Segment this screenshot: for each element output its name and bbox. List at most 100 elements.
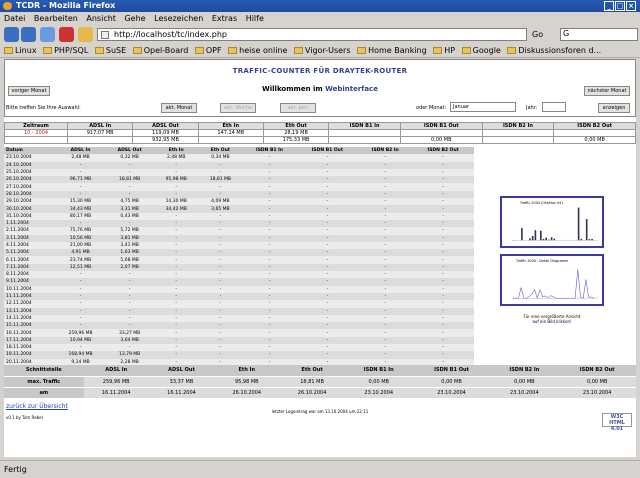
table-cell: - — [297, 278, 359, 285]
table-cell: - — [56, 169, 105, 176]
table-cell: 0,43 MB — [105, 213, 154, 220]
table-cell: - — [198, 315, 242, 322]
navigation-toolbar: http://localhost/tc/index.php Go G — [0, 25, 640, 44]
table-cell: - — [242, 344, 296, 351]
menu-extras[interactable]: Extras — [212, 14, 237, 23]
max-header-cell: ISDN B1 Out — [413, 365, 491, 376]
menu-bearbeiten[interactable]: Bearbeiten — [34, 14, 78, 23]
back-icon[interactable] — [4, 27, 19, 42]
table-cell: - — [242, 205, 296, 212]
year-input[interactable] — [542, 102, 566, 112]
bookmark-item[interactable]: Opel-Board — [133, 44, 189, 58]
forward-icon[interactable] — [21, 27, 36, 42]
bookmark-item[interactable]: HP — [433, 44, 455, 58]
url-input[interactable]: http://localhost/tc/index.php — [97, 28, 527, 41]
menu-datei[interactable]: Datei — [4, 14, 25, 23]
table-cell: - — [297, 227, 359, 234]
close-button[interactable]: × — [626, 1, 636, 11]
table-row: 24.10.2004-------- — [4, 162, 474, 169]
table-row: 17.11.200410,94 MB3,64 MB------ — [4, 337, 474, 344]
home-icon[interactable] — [78, 27, 93, 42]
table-cell: - — [358, 235, 412, 242]
search-input[interactable]: G — [560, 28, 638, 41]
max-header-cell: Eth In — [214, 365, 279, 376]
bookmark-item[interactable]: PHP/SQL — [43, 44, 88, 58]
max-cell: 23.10.2004 — [413, 387, 491, 398]
prev-month-button[interactable]: voriger Monat — [8, 86, 50, 96]
table-cell: - — [242, 154, 296, 161]
table-cell: 15,30 MB — [56, 198, 105, 205]
table-cell: - — [358, 183, 412, 190]
table-cell: 12,51 MB — [56, 264, 105, 271]
max-header-row: SchnittstelleADSL InADSL OutEth InEth Ou… — [4, 365, 636, 376]
table-cell: - — [105, 315, 154, 322]
current-month-button[interactable]: akt. Monat — [161, 103, 197, 113]
table-cell: 29.10.2004 — [4, 198, 56, 205]
table-cell: - — [242, 183, 296, 190]
current-week-button[interactable]: akt. Woche — [220, 103, 256, 113]
table-cell: - — [154, 271, 198, 278]
table-cell: - — [358, 205, 412, 212]
table-cell: - — [154, 278, 198, 285]
bookmark-item[interactable]: OPF — [195, 44, 222, 58]
next-month-button[interactable]: nächster Monat — [584, 86, 630, 96]
table-cell: 4.11.2004 — [4, 242, 56, 249]
stop-icon[interactable] — [59, 27, 74, 42]
table-cell: - — [154, 337, 198, 344]
table-cell: - — [297, 205, 359, 212]
table-cell: 18.11.2004 — [4, 344, 56, 351]
table-cell: - — [154, 308, 198, 315]
go-button[interactable]: Go — [532, 28, 543, 41]
table-cell: 80,17 MB — [56, 213, 105, 220]
table-cell: - — [105, 191, 154, 198]
table-cell: - — [56, 183, 105, 190]
summary-cell: 28,19 MB — [263, 130, 328, 137]
max-cell: 26.10.2004 — [279, 387, 344, 398]
bookmark-item[interactable]: Diskussionsforen d... — [507, 44, 601, 58]
show-button[interactable]: anzeigen — [598, 103, 630, 113]
bookmark-item[interactable]: Home Banking — [357, 44, 427, 58]
table-cell: 0,34 MB — [198, 154, 242, 161]
table-cell: - — [198, 220, 242, 227]
page-icon — [101, 31, 109, 39]
month-select[interactable]: Januar — [450, 102, 516, 112]
table-cell: - — [56, 322, 105, 329]
current-year-button[interactable]: akt. Jahr — [280, 103, 316, 113]
menu-lesezeichen[interactable]: Lesezeichen — [154, 14, 203, 23]
reload-icon[interactable] — [40, 27, 55, 42]
table-cell: - — [198, 337, 242, 344]
summary-header-cell: ISDN B1 In — [329, 123, 401, 130]
max-cell: 0,00 MB — [413, 376, 491, 387]
bookmark-item[interactable]: Linux — [4, 44, 37, 58]
table-row: 14.11.2004-------- — [4, 315, 474, 322]
traffic-graph-bars[interactable]: Traffic 2004 (Okt/Nov 04) — [500, 196, 604, 248]
table-cell: - — [56, 162, 105, 169]
graph-bar — [545, 238, 547, 241]
max-cell: 0,00 MB — [345, 376, 413, 387]
table-cell: - — [358, 315, 412, 322]
table-cell: 4,91 MB — [56, 249, 105, 256]
summary-header-cell: Eth Out — [263, 123, 328, 130]
table-cell: - — [358, 286, 412, 293]
table-cell: - — [412, 300, 474, 307]
menu-ansicht[interactable]: Ansicht — [86, 14, 116, 23]
menu-hilfe[interactable]: Hilfe — [246, 14, 264, 23]
minimize-button[interactable]: _ — [604, 1, 614, 11]
table-cell: 27.10.2004 — [4, 183, 56, 190]
maximize-button[interactable]: □ — [615, 1, 625, 11]
bookmark-item[interactable]: Google — [462, 44, 501, 58]
bookmark-item[interactable]: SuSE — [95, 44, 126, 58]
w3c-badge[interactable]: W3C HTML 4.01 — [602, 413, 632, 427]
traffic-graph-detail[interactable]: Traffic 2004 - Detail Diagramm — [500, 254, 604, 306]
bookmark-item[interactable]: Vigor-Users — [294, 44, 351, 58]
bookmark-item[interactable]: heise online — [228, 44, 287, 58]
table-cell: - — [242, 249, 296, 256]
table-cell: - — [358, 256, 412, 263]
max-traffic-table: SchnittstelleADSL InADSL OutEth InEth Ou… — [4, 365, 636, 399]
menu-gehe[interactable]: Gehe — [124, 14, 145, 23]
summary-cell: 175,33 MB — [263, 137, 328, 144]
table-cell: - — [154, 235, 198, 242]
folder-icon — [43, 47, 52, 54]
table-cell: 8.11.2004 — [4, 271, 56, 278]
table-cell: - — [154, 183, 198, 190]
